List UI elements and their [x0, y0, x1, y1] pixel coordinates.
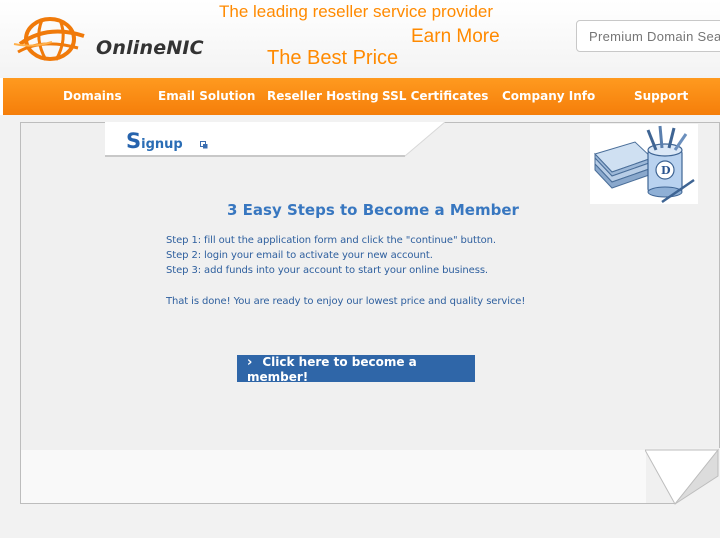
domain-search-input[interactable]: [576, 20, 720, 52]
logo-text: OnlineNIC: [96, 37, 204, 59]
signup-first-letter: S: [126, 129, 142, 153]
become-member-label: Click here to become a member!: [247, 355, 417, 384]
slogan-best-price: The Best Price: [267, 47, 399, 69]
step-3: Step 3: add funds into your account to s…: [166, 265, 489, 276]
steps-title: 3 Easy Steps to Become a Member: [227, 201, 519, 219]
bottom-strip: [20, 505, 720, 538]
slogan-reseller: The leading reseller service provider: [219, 2, 494, 21]
done-message: That is done! You are ready to enjoy our…: [166, 296, 526, 307]
nav-domains[interactable]: Domains: [63, 78, 122, 115]
window-icon: [200, 141, 208, 149]
signup-rest: ignup: [141, 137, 183, 152]
nav-support[interactable]: Support: [634, 78, 688, 115]
step-2: Step 2: login your email to activate you…: [166, 250, 433, 261]
svg-text:D: D: [661, 164, 671, 177]
nav-ssl-certificates[interactable]: SSL Certificates: [382, 78, 488, 115]
page-curl-decoration: [645, 448, 720, 505]
chevron-right-icon: ›: [247, 355, 253, 370]
panel-footer-area: [21, 450, 646, 503]
header: OnlineNIC The leading reseller service p…: [0, 0, 720, 78]
nav-reseller-hosting[interactable]: Reseller Hosting: [267, 78, 379, 115]
slogan-earn-more: Earn More: [411, 26, 500, 47]
become-member-button[interactable]: › Click here to become a member!: [237, 355, 475, 384]
stationery-icon: D: [590, 124, 698, 204]
main-nav: Domains Email Solution Reseller Hosting …: [3, 78, 720, 115]
step-1: Step 1: fill out the application form an…: [166, 235, 496, 246]
nav-email-solution[interactable]: Email Solution: [158, 78, 255, 115]
nav-company-info[interactable]: Company Info: [502, 78, 595, 115]
signup-heading: Signup: [126, 129, 183, 153]
